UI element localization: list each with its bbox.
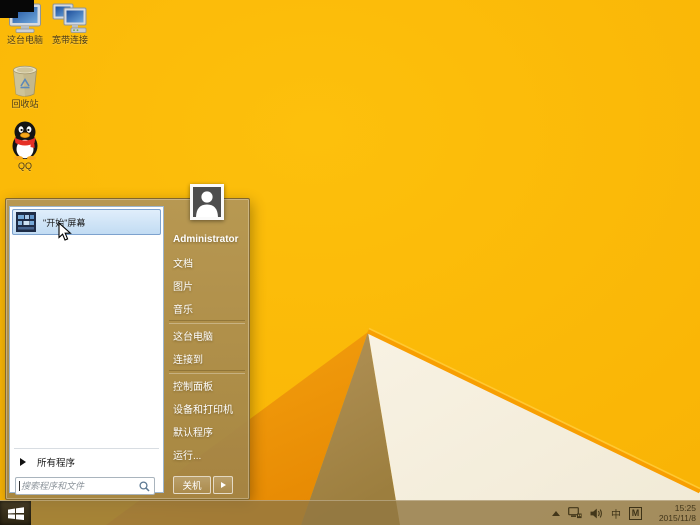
menu-item-pictures[interactable]: 图片 xyxy=(164,274,250,297)
screen-artifact xyxy=(0,0,34,12)
show-hidden-icons-button[interactable] xyxy=(552,511,560,516)
clock-date: 2015/11/8 xyxy=(650,513,696,523)
desktop-icon-broadband[interactable]: 宽带连接 xyxy=(45,3,95,45)
desktop-icon-label: 宽带连接 xyxy=(45,35,95,45)
recycle-bin-icon xyxy=(9,64,41,98)
menu-item-this-pc[interactable]: 这台电脑 xyxy=(164,324,250,347)
person-silhouette-icon xyxy=(193,188,221,217)
windows-logo-icon xyxy=(8,507,24,520)
search-icon xyxy=(139,481,150,492)
start-menu-item-start-screen[interactable]: "开始"屏幕 xyxy=(12,209,161,235)
screen-artifact xyxy=(0,12,18,18)
ime-language-indicator[interactable]: 中 xyxy=(611,506,621,521)
user-avatar[interactable] xyxy=(190,184,224,220)
taskbar-clock[interactable]: 15:25 2015/11/8 xyxy=(650,503,696,523)
start-button[interactable] xyxy=(0,501,31,525)
divider xyxy=(14,448,159,449)
desktop-icon-qq[interactable]: QQ xyxy=(0,120,50,171)
volume-icon[interactable] xyxy=(590,508,603,519)
shutdown-options-button[interactable] xyxy=(213,476,233,494)
search-input[interactable] xyxy=(16,481,139,491)
all-programs-arrow-icon xyxy=(20,458,26,466)
broadband-icon xyxy=(51,3,89,34)
desktop-icon-recycle-bin[interactable]: 回收站 xyxy=(0,64,50,109)
menu-item-documents[interactable]: 文档 xyxy=(164,251,250,274)
avatar-image xyxy=(193,187,221,217)
menu-item-run[interactable]: 运行... xyxy=(164,443,250,466)
system-tray: 中 M 15:25 2015/11/8 xyxy=(552,501,700,525)
taskbar: 中 M 15:25 2015/11/8 xyxy=(0,500,700,525)
search-box[interactable] xyxy=(15,477,155,495)
menu-item-music[interactable]: 音乐 xyxy=(164,297,250,320)
ime-mode-indicator[interactable]: M xyxy=(629,507,642,520)
all-programs-button[interactable]: 所有程序 xyxy=(10,452,163,472)
arrow-right-icon xyxy=(221,482,226,488)
desktop-icon-label: 这台电脑 xyxy=(0,35,50,45)
start-menu-programs-panel: "开始"屏幕 所有程序 xyxy=(9,206,164,493)
menu-item-control-panel[interactable]: 控制面板 xyxy=(164,374,250,397)
all-programs-label: 所有程序 xyxy=(37,455,75,469)
clock-time: 15:25 xyxy=(650,503,696,513)
qq-icon xyxy=(7,120,43,160)
shutdown-button[interactable]: 关机 xyxy=(173,476,211,494)
start-menu-right-column: Administrator 文档 图片 音乐 这台电脑 连接到 控制面板 设备和… xyxy=(164,199,250,499)
desktop-icon-label: QQ xyxy=(0,161,50,171)
start-menu: "开始"屏幕 所有程序 Administrator 文档 图片 xyxy=(5,198,250,500)
mouse-cursor xyxy=(58,222,72,242)
desktop-icon-label: 回收站 xyxy=(0,99,50,109)
menu-item-default-programs[interactable]: 默认程序 xyxy=(164,420,250,443)
text-caret xyxy=(19,481,20,491)
menu-item-connect-to[interactable]: 连接到 xyxy=(164,347,250,370)
shutdown-row: 关机 xyxy=(164,476,250,494)
menu-item-devices-printers[interactable]: 设备和打印机 xyxy=(164,397,250,420)
desktop: 这台电脑 宽带连接 回收站 xyxy=(0,0,700,525)
start-screen-icon xyxy=(16,212,36,232)
network-icon[interactable] xyxy=(568,507,582,519)
user-name-item[interactable]: Administrator xyxy=(164,227,250,251)
